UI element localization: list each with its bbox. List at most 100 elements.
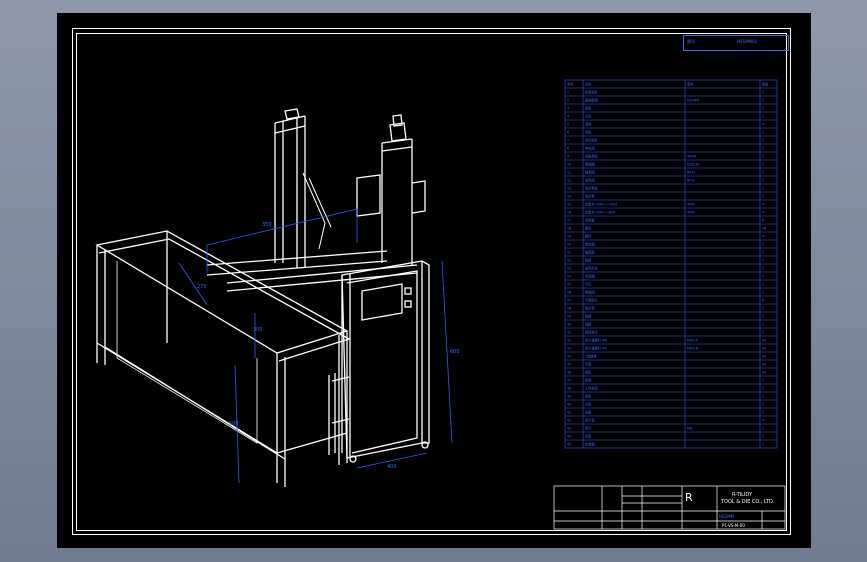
bom-cell-name: 铭牌 <box>585 378 592 383</box>
bom-cell-no: 22 <box>567 259 571 263</box>
bom-cell-no: 15 <box>567 203 571 207</box>
bom-cell-spec: D25L30 <box>687 163 699 167</box>
bom-header-cell: 数量 <box>762 82 769 87</box>
bom-cell-no: 24 <box>567 275 571 279</box>
bom-cell-name: 触摸屏 <box>585 250 595 255</box>
bom-cell-no: 27 <box>567 299 571 303</box>
bom-cell-no: 4 <box>567 115 569 119</box>
bom-table-grid <box>564 79 778 449</box>
bom-cell-spec: BK12 <box>687 171 695 175</box>
bom-cell-name: 铝型材 4040 L=1000 <box>585 202 617 207</box>
title-logo: R <box>685 491 693 504</box>
bom-cell-qty: 40 <box>762 371 766 375</box>
bom-cell-no: 40 <box>567 403 571 407</box>
company-subtitle: TOOL & DIE CO., LTD. <box>720 499 775 505</box>
bom-cell-qty: 4 <box>762 123 764 127</box>
bom-cell-qty: 2 <box>762 131 764 135</box>
bom-cell-name: 轴承座 <box>585 170 595 175</box>
bom-header-cell: 型号 <box>687 82 693 87</box>
bom-cell-name: 丝杆组件 <box>585 138 599 143</box>
bom-cell-no: 35 <box>567 363 571 367</box>
bom-cell-name: 连接板 <box>585 218 595 223</box>
bom-cell-no: 45 <box>567 443 571 447</box>
bom-cell-qty: 1 <box>762 195 764 199</box>
bom-cell-name: 拖链 <box>585 314 592 319</box>
bom-cell-no: 14 <box>567 195 571 199</box>
bom-cell-qty: 1 <box>762 331 764 335</box>
bom-cell-no: 12 <box>567 179 571 183</box>
bom-cell-name: 滑块 <box>585 122 592 127</box>
bom-cell-name: 吊环 <box>585 427 591 431</box>
bom-cell-no: 5 <box>567 123 569 127</box>
bom-cell-spec: 4040 <box>687 203 695 207</box>
bom-cell-qty: 40 <box>762 363 766 367</box>
bom-cell-no: 29 <box>567 315 571 319</box>
bom-cell-no: 37 <box>567 379 571 383</box>
bom-cell-no: 32 <box>567 339 571 343</box>
bom-cell-no: 2 <box>567 99 569 103</box>
bom-cell-qty: 1 <box>762 251 764 255</box>
bom-cell-qty: 1 <box>762 179 764 183</box>
bom-cell-qty: 2 <box>762 187 764 191</box>
bom-cell-no: 10 <box>567 163 571 167</box>
bom-cell-qty: 2 <box>762 115 764 119</box>
bom-cell-name: 电磁阀 <box>585 290 595 295</box>
bom-cell-qty: 1 <box>762 267 764 271</box>
bom-cell-name: 侧板 <box>585 394 592 399</box>
bom-cell-name: 内六角螺钉 M6 <box>585 338 607 343</box>
bom-cell-spec: BF12 <box>687 179 695 183</box>
bom-cell-qty: 30 <box>762 347 766 351</box>
bom-cell-name: 伺服电机 <box>585 154 599 159</box>
drawing-name: HS5MM <box>719 514 735 519</box>
bom-cell-name: 联轴器 <box>585 162 595 167</box>
bom-cell-no: 17 <box>567 219 571 223</box>
bom-cell-qty: 6 <box>762 299 764 303</box>
bom-cell-no: 42 <box>567 419 571 423</box>
bom-cell-name: 防护罩 <box>585 306 595 311</box>
bom-cell-name: 铝型材 4040 L=800 <box>585 210 615 215</box>
bom-cell-qty: 1 <box>762 411 764 415</box>
bom-cell-qty: 40 <box>762 355 766 359</box>
bom-cell-name: 传感器 <box>585 274 595 279</box>
bom-cell-no: 31 <box>567 331 571 335</box>
bom-cell-qty: 1 <box>762 315 764 319</box>
bom-cell-spec: 400W <box>687 155 697 159</box>
bom-cell-name: 导轨 <box>585 130 592 135</box>
bom-cell-qty: 1 <box>762 155 764 159</box>
bom-cell-no: 33 <box>567 347 571 351</box>
bom-cell-name: 线槽 <box>585 322 592 327</box>
bom-cell-name: 机架组件 <box>585 90 599 95</box>
bom-cell-name: 接线端子 <box>585 330 599 335</box>
bom-cell-name: 底座 <box>585 410 592 415</box>
bom-cell-name: 角码 <box>585 226 591 231</box>
bom-cell-no: 7 <box>567 139 569 143</box>
bom-cell-qty: 1 <box>762 99 764 103</box>
bom-cell-qty: 1 <box>762 379 764 383</box>
bom-cell-no: 16 <box>567 211 571 215</box>
bom-cell-name: 弹垫 <box>585 370 592 375</box>
bom-header-cell: 序号 <box>567 82 573 87</box>
bom-cell-name: 电控箱 <box>585 242 595 247</box>
bom-cell-qty: 1 <box>762 435 764 439</box>
bom-cell-name: 平垫 <box>585 362 592 367</box>
bom-cell-name: 后板 <box>585 402 592 407</box>
bom-cell-qty: 1 <box>762 91 764 95</box>
bom-cell-name: 支撑座 <box>585 178 595 183</box>
bom-cell-qty: 40 <box>762 339 766 343</box>
bom-cell-name: 脚杯 <box>585 234 592 239</box>
bom-cell-qty: 1 <box>762 387 764 391</box>
bom-cell-name: 气管接头 <box>585 298 599 303</box>
bom-cell-qty: 1 <box>762 139 764 143</box>
bom-cell-qty: 1 <box>762 443 764 447</box>
bom-cell-qty: 8 <box>762 219 764 223</box>
dim-base-width: 400 <box>387 464 397 470</box>
bom-cell-qty: 4 <box>762 203 764 207</box>
dim-base-depth: 300 <box>253 327 263 333</box>
bom-cell-spec: 4040 <box>687 211 695 215</box>
bom-cell-qty: 4 <box>762 235 764 239</box>
bom-cell-no: 26 <box>567 291 571 295</box>
bom-cell-name: 急停开关 <box>585 266 599 271</box>
bom-cell-no: 8 <box>567 147 569 151</box>
bom-cell-name: 同步带 <box>585 194 595 199</box>
bom-cell-name: 气缸 <box>585 282 592 287</box>
